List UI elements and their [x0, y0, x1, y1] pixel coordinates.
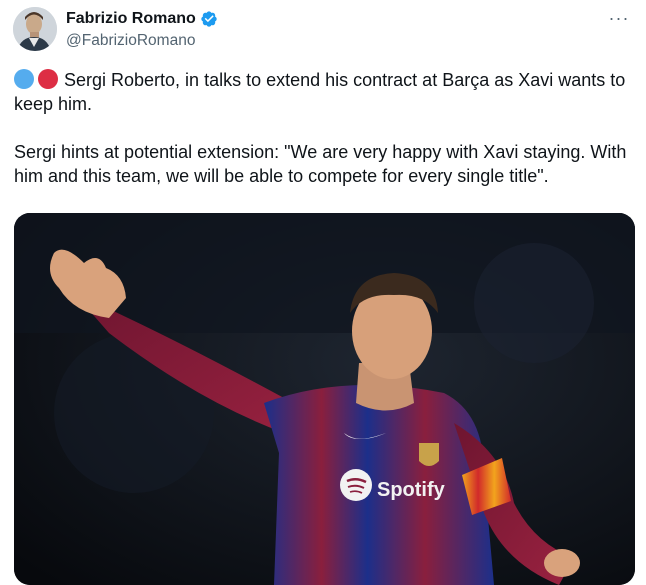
author-handle[interactable]: @FabrizioRomano — [66, 31, 195, 51]
verified-badge-icon — [201, 11, 217, 27]
blue-circle-icon — [14, 69, 34, 89]
avatar-photo-icon — [13, 7, 57, 51]
more-icon: ··· — [608, 7, 630, 28]
red-circle-icon — [38, 69, 58, 89]
tweet-paragraph-2: Sergi hints at potential extension: "We … — [14, 142, 627, 186]
tweet-text: Sergi Roberto, in talks to extend his co… — [14, 68, 629, 188]
tweet-media-image[interactable]: Spotify — [14, 213, 635, 585]
more-options-button[interactable]: ··· — [606, 7, 632, 29]
tweet-paragraph-1: Sergi Roberto, in talks to extend his co… — [14, 68, 629, 116]
author-name[interactable]: Fabrizio Romano — [66, 9, 196, 29]
sponsor-text: Spotify — [377, 479, 446, 501]
tweet-line-1: Sergi Roberto, in talks to extend his co… — [14, 70, 626, 114]
football-player-photo-icon: Spotify — [14, 213, 635, 585]
tweet-card[interactable]: Fabrizio Romano @FabrizioRomano ··· Serg… — [0, 0, 646, 585]
author-avatar[interactable] — [13, 7, 57, 51]
